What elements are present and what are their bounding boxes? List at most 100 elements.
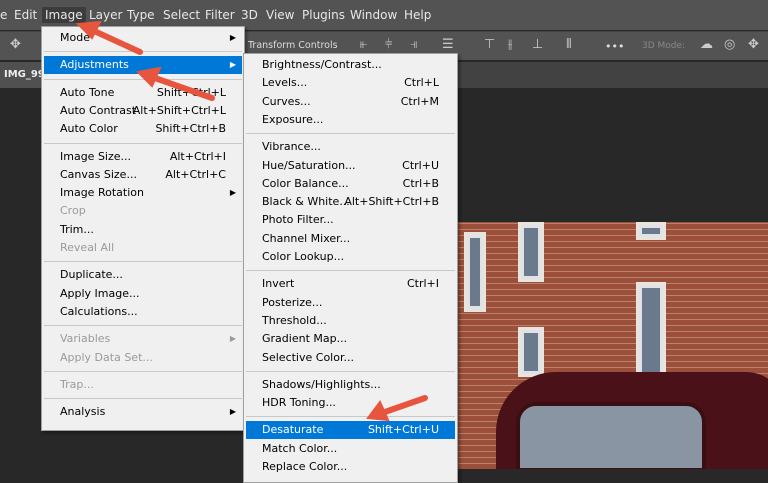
menu-item-auto-contrast[interactable]: Auto Contrast Alt+Shift+Ctrl+L bbox=[44, 102, 242, 120]
more-options-button[interactable]: ••• bbox=[605, 40, 624, 53]
menu-item-image-rotation[interactable]: Image Rotation ▶ bbox=[44, 184, 242, 202]
menu-separator bbox=[44, 78, 242, 80]
3d-orbit-icon[interactable]: ☁ bbox=[700, 37, 713, 52]
align-right-icon[interactable]: ⫣ bbox=[410, 37, 418, 52]
submenu-arrow-icon: ▶ bbox=[229, 33, 236, 42]
menu-item-label: Color Lookup... bbox=[262, 250, 345, 263]
menu-e[interactable]: e bbox=[0, 8, 7, 22]
menu-item-label: Image Rotation bbox=[60, 186, 144, 200]
align-middle-icon[interactable]: ⫲ bbox=[508, 37, 512, 52]
menu-item-brightness-contrast[interactable]: Brightness/Contrast... bbox=[246, 56, 455, 74]
menu-item-label: HDR Toning... bbox=[262, 396, 336, 410]
menu-item-invert[interactable]: Invert Ctrl+I bbox=[246, 275, 455, 293]
menu-item-color-lookup[interactable]: Color Lookup... bbox=[246, 248, 455, 266]
menu-item-auto-tone[interactable]: Auto Tone Shift+Ctrl+L bbox=[44, 84, 242, 102]
menu-item-crop: Crop bbox=[44, 202, 242, 220]
menu-item-shadows-highlights[interactable]: Shadows/Highlights... bbox=[246, 376, 455, 394]
menu-separator bbox=[246, 133, 455, 135]
submenu-arrow-icon: ▶ bbox=[229, 407, 236, 417]
menu-item-color-balance[interactable]: Color Balance... Ctrl+B bbox=[246, 175, 455, 193]
menu-item-curves[interactable]: Curves... Ctrl+M bbox=[246, 93, 455, 111]
align-top-icon[interactable]: ⊤ bbox=[484, 37, 495, 52]
menu-item-label: Trim... bbox=[60, 222, 94, 236]
adjustments-submenu: Brightness/Contrast... Levels... Ctrl+L Cur… bbox=[243, 53, 458, 483]
menu-item-label: Curves... bbox=[262, 94, 311, 108]
menu-item-label: Posterize... bbox=[262, 295, 323, 309]
distribute-vertical-icon[interactable]: ⦀ bbox=[566, 37, 572, 52]
menu-item-auto-color[interactable]: Auto Color Shift+Ctrl+B bbox=[44, 120, 242, 138]
submenu-arrow-icon: ▶ bbox=[229, 60, 236, 70]
shortcut-label: Ctrl+U bbox=[402, 158, 439, 172]
menu-item-mode[interactable]: Mode ▶ bbox=[44, 29, 242, 47]
menu-item-exposure[interactable]: Exposure... bbox=[246, 111, 455, 129]
menu-item-label: Gradient Map... bbox=[262, 332, 348, 346]
distribute-icon[interactable]: ☰ bbox=[442, 37, 454, 52]
menu-type[interactable]: Type bbox=[127, 8, 155, 22]
menu-item-label: Reveal All bbox=[60, 241, 115, 254]
shortcut-label: Ctrl+M bbox=[400, 94, 439, 108]
menu-help[interactable]: Help bbox=[404, 8, 431, 22]
menu-item-label: Analysis bbox=[60, 405, 106, 419]
menu-item-black-white[interactable]: Black & White... Alt+Shift+Ctrl+B bbox=[246, 193, 455, 211]
3d-pan-icon[interactable]: ✥ bbox=[748, 37, 759, 52]
menu-item-trap: Trap... bbox=[44, 376, 242, 394]
menu-separator bbox=[246, 370, 455, 372]
menu-item-label: Replace Color... bbox=[262, 460, 348, 473]
menu-item-duplicate[interactable]: Duplicate... bbox=[44, 266, 242, 284]
menu-item-hdr-toning[interactable]: HDR Toning... bbox=[246, 394, 455, 412]
align-center-icon[interactable]: ⫩ bbox=[385, 37, 392, 52]
menu-3d[interactable]: 3D bbox=[241, 8, 258, 22]
shortcut-label: Ctrl+L bbox=[404, 76, 439, 90]
menu-item-channel-mixer[interactable]: Channel Mixer... bbox=[246, 230, 455, 248]
menu-item-label: Apply Image... bbox=[60, 286, 140, 300]
menu-item-label: Color Balance... bbox=[262, 176, 349, 190]
menu-item-apply-image[interactable]: Apply Image... bbox=[44, 285, 242, 303]
canvas-photo bbox=[456, 222, 768, 469]
menu-item-label: Channel Mixer... bbox=[262, 231, 351, 245]
menu-separator bbox=[44, 370, 242, 372]
transform-controls-label[interactable]: Transform Controls bbox=[248, 40, 338, 51]
menu-item-label: Exposure... bbox=[262, 112, 324, 126]
menu-item-levels[interactable]: Levels... Ctrl+L bbox=[246, 74, 455, 92]
image-menu: Mode ▶ Adjustments ▶ Auto Tone Shift+Ctrl+L Au… bbox=[41, 26, 245, 431]
menu-item-selective-color[interactable]: Selective Color... bbox=[246, 349, 455, 367]
menu-layer[interactable]: Layer bbox=[89, 8, 122, 22]
menu-item-photo-filter[interactable]: Photo Filter... bbox=[246, 211, 455, 229]
menu-filter[interactable]: Filter bbox=[205, 8, 235, 22]
menu-image[interactable]: Image bbox=[42, 7, 86, 23]
menu-item-trim[interactable]: Trim... bbox=[44, 221, 242, 239]
menu-item-label: Invert bbox=[262, 277, 295, 291]
menu-item-threshold[interactable]: Threshold... bbox=[246, 312, 455, 330]
menu-item-desaturate[interactable]: Desaturate Shift+Ctrl+U bbox=[246, 421, 455, 440]
menu-item-analysis[interactable]: Analysis ▶ bbox=[44, 403, 242, 421]
menu-item-label: Calculations... bbox=[60, 304, 138, 318]
menu-window[interactable]: Window bbox=[350, 8, 397, 22]
menu-separator bbox=[246, 416, 455, 418]
shortcut-label: Ctrl+I bbox=[406, 277, 439, 291]
menu-item-label: Threshold... bbox=[262, 313, 327, 327]
menu-plugins[interactable]: Plugins bbox=[302, 8, 345, 22]
menu-item-gradient-map[interactable]: Gradient Map... bbox=[246, 330, 455, 348]
menu-view[interactable]: View bbox=[266, 8, 294, 22]
menu-item-label: Selective Color... bbox=[262, 350, 354, 364]
align-left-icon[interactable]: ⫦ bbox=[360, 37, 367, 52]
align-bottom-icon[interactable]: ⊥ bbox=[532, 37, 543, 52]
menu-item-image-size[interactable]: Image Size... Alt+Ctrl+I bbox=[44, 148, 242, 166]
menu-item-hue-saturation[interactable]: Hue/Saturation... Ctrl+U bbox=[246, 157, 455, 175]
menu-item-calculations[interactable]: Calculations... bbox=[44, 303, 242, 321]
menu-separator bbox=[44, 142, 242, 144]
menu-item-label: Mode bbox=[60, 31, 90, 44]
3d-rotate-icon[interactable]: ◎ bbox=[724, 37, 735, 52]
menu-item-canvas-size[interactable]: Canvas Size... Alt+Ctrl+C bbox=[44, 166, 242, 184]
menu-item-match-color[interactable]: Match Color... bbox=[246, 440, 455, 458]
move-tool-icon[interactable]: ✥ bbox=[10, 37, 21, 52]
menu-item-posterize[interactable]: Posterize... bbox=[246, 294, 455, 312]
menu-edit[interactable]: Edit bbox=[14, 8, 37, 22]
menu-item-label: Crop bbox=[60, 204, 86, 218]
menu-item-label: Hue/Saturation... bbox=[262, 158, 356, 172]
menu-item-adjustments[interactable]: Adjustments ▶ bbox=[44, 56, 242, 75]
menu-item-vibrance[interactable]: Vibrance... bbox=[246, 138, 455, 156]
menu-item-label: Duplicate... bbox=[60, 268, 123, 282]
menu-item-replace-color[interactable]: Replace Color... bbox=[246, 458, 455, 476]
menu-select[interactable]: Select bbox=[163, 8, 200, 22]
